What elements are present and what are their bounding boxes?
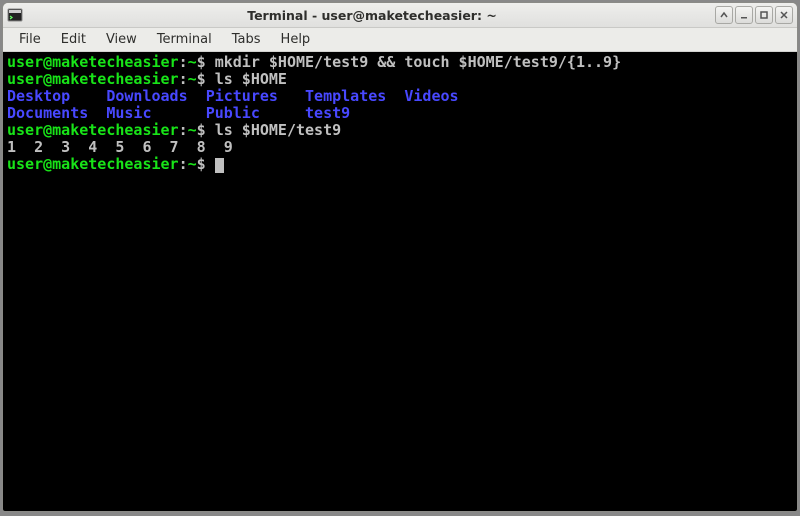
directory-name: Videos [404, 87, 458, 105]
menu-tabs[interactable]: Tabs [222, 29, 271, 50]
close-button[interactable] [775, 6, 793, 24]
directory-name: Pictures [206, 87, 278, 105]
minimize-button[interactable] [735, 6, 753, 24]
prompt-colon: : [179, 155, 188, 173]
directory-name: Documents [7, 104, 88, 122]
terminal-line: user@maketecheasier:~$ [7, 156, 793, 173]
prompt-colon: : [179, 70, 188, 88]
menu-view[interactable]: View [96, 29, 147, 50]
window-title: Terminal - user@maketecheasier: ~ [29, 8, 715, 23]
menu-edit[interactable]: Edit [51, 29, 96, 50]
terminal-output[interactable]: user@maketecheasier:~$ mkdir $HOME/test9… [3, 52, 797, 511]
directory-name: Templates [305, 87, 386, 105]
prompt-path: ~ [188, 155, 197, 173]
prompt-host: maketecheasier [52, 70, 178, 88]
prompt-dollar: $ [197, 121, 206, 139]
terminal-line: user@maketecheasier:~$ ls $HOME [7, 71, 793, 88]
directory-name: Desktop [7, 87, 70, 105]
directory-name: Public [206, 104, 260, 122]
rollup-button[interactable] [715, 6, 733, 24]
prompt-user: user [7, 121, 43, 139]
prompt-dollar: $ [197, 155, 206, 173]
ls-output-row: Documents Music Public test9 [7, 105, 793, 122]
prompt-path: ~ [188, 53, 197, 71]
ls-output-row: 1 2 3 4 5 6 7 8 9 [7, 139, 793, 156]
window-controls [715, 6, 793, 24]
directory-name: Music [106, 104, 151, 122]
command-text: ls $HOME/test9 [215, 121, 341, 139]
prompt-user: user [7, 53, 43, 71]
menu-terminal[interactable]: Terminal [147, 29, 222, 50]
prompt-dollar: $ [197, 70, 206, 88]
menu-file[interactable]: File [9, 29, 51, 50]
prompt-colon: : [179, 53, 188, 71]
prompt-host: maketecheasier [52, 155, 178, 173]
prompt-user: user [7, 70, 43, 88]
prompt-dollar: $ [197, 53, 206, 71]
prompt-path: ~ [188, 121, 197, 139]
command-text: ls $HOME [215, 70, 287, 88]
terminal-line: user@maketecheasier:~$ mkdir $HOME/test9… [7, 54, 793, 71]
menu-help[interactable]: Help [271, 29, 321, 50]
prompt-host: maketecheasier [52, 53, 178, 71]
menubar: File Edit View Terminal Tabs Help [3, 28, 797, 52]
maximize-button[interactable] [755, 6, 773, 24]
cursor-icon [215, 158, 224, 173]
prompt-at: @ [43, 70, 52, 88]
directory-name: test9 [305, 104, 350, 122]
prompt-host: maketecheasier [52, 121, 178, 139]
directory-name: Downloads [106, 87, 187, 105]
prompt-at: @ [43, 121, 52, 139]
command-text: mkdir $HOME/test9 && touch $HOME/test9/{… [215, 53, 621, 71]
prompt-colon: : [179, 121, 188, 139]
prompt-user: user [7, 155, 43, 173]
terminal-icon [7, 7, 23, 23]
prompt-at: @ [43, 53, 52, 71]
titlebar[interactable]: Terminal - user@maketecheasier: ~ [3, 3, 797, 28]
terminal-window: Terminal - user@maketecheasier: ~ File E… [2, 2, 798, 512]
terminal-line: user@maketecheasier:~$ ls $HOME/test9 [7, 122, 793, 139]
ls-output-row: Desktop Downloads Pictures Templates Vid… [7, 88, 793, 105]
prompt-at: @ [43, 155, 52, 173]
prompt-path: ~ [188, 70, 197, 88]
